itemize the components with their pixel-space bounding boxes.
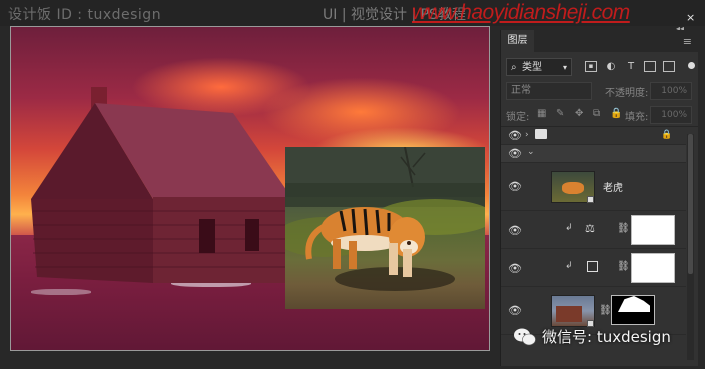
layer-row-group-open[interactable]: 👁 ⌄	[501, 145, 686, 163]
layer-row-group[interactable]: 👁 › 🔒	[501, 128, 686, 145]
tiger-scene	[285, 147, 485, 291]
eye-icon[interactable]: 👁	[508, 304, 522, 317]
layer-name: 老虎	[603, 183, 623, 194]
wechat-icon	[514, 328, 536, 346]
tiger-belly	[331, 235, 399, 251]
house-window	[199, 219, 215, 253]
filter-kind-select[interactable]: ⌕ 类型 ▾	[506, 58, 572, 76]
filter-type-icon[interactable]: T	[625, 60, 637, 73]
house-wall-side	[31, 199, 153, 283]
lock-row: 锁定: ▦ ✎ ✥ ⧉ 🔒 填充: 100%	[501, 106, 698, 124]
filter-shape-icon[interactable]	[644, 61, 656, 72]
old-house	[31, 87, 291, 283]
filter-kind-label: 类型	[522, 62, 542, 73]
scrollbar-thumb[interactable]	[688, 134, 693, 274]
top-bar: 设计饭 ID : tuxdesign UI | 视觉设计 | PS教程 www.…	[0, 0, 705, 26]
filter-row: ⌕ 类型 ▾ ▪ ◐ T	[501, 57, 698, 79]
tiger-leg	[333, 239, 341, 269]
blend-row: 正常 不透明度: 100%	[501, 82, 698, 102]
layer-row-color-balance[interactable]: 👁 ↲ ⚖ ⛓	[501, 211, 686, 249]
eye-icon[interactable]: 👁	[508, 262, 522, 275]
wechat-watermark: 微信号: tuxdesign	[514, 324, 699, 350]
panel-tab-bar: 图层 ≡	[501, 30, 698, 52]
clip-arrow-icon: ↲	[565, 223, 573, 233]
designer-watermark: 设计饭 ID : tuxdesign	[8, 7, 162, 23]
snow-patch	[31, 289, 91, 295]
filter-smart-object-icon[interactable]	[663, 61, 675, 72]
lock-transparent-icon[interactable]: ▦	[537, 108, 546, 119]
panel-menu-icon[interactable]: ≡	[683, 35, 692, 48]
eye-icon[interactable]: 👁	[508, 224, 522, 237]
layers-panel: 图层 ≡ ⌕ 类型 ▾ ▪ ◐ T 正常 不透明度: 100% 锁定: ▦ ✎ …	[500, 30, 698, 366]
tiger-photo-layer[interactable]	[285, 147, 485, 309]
lock-all-icon[interactable]: 🔒	[610, 108, 622, 119]
tiger-leg	[389, 243, 398, 275]
eye-icon[interactable]: 👁	[508, 147, 522, 160]
fill-label: 填充:	[625, 112, 649, 123]
eye-icon[interactable]: 👁	[508, 180, 522, 193]
clip-arrow-icon: ↲	[565, 261, 573, 271]
tiger-leg	[349, 241, 357, 269]
lock-label: 锁定:	[506, 112, 530, 123]
lock-artboard-icon[interactable]: ⧉	[593, 108, 600, 119]
site-url-watermark: www.haoyidiansheji.com	[412, 1, 630, 24]
layer-mask-thumbnail[interactable]	[631, 253, 675, 283]
layer-row-tiger[interactable]: 👁 老虎	[501, 163, 686, 211]
wechat-id-text: 微信号: tuxdesign	[542, 328, 671, 346]
layer-mask-thumbnail[interactable]	[631, 215, 675, 245]
filter-pixel-icon[interactable]: ▪	[585, 61, 597, 72]
levels-adjustment-icon	[587, 261, 598, 272]
balance-adjustment-icon: ⚖	[585, 222, 595, 235]
house-window	[245, 219, 259, 251]
opacity-label: 不透明度:	[605, 88, 649, 99]
lock-paint-icon[interactable]: ✎	[556, 108, 564, 119]
filter-adjustment-icon[interactable]: ◐	[605, 60, 617, 73]
lock-move-icon[interactable]: ✥	[575, 108, 583, 119]
opacity-input[interactable]: 100%	[650, 82, 692, 100]
search-icon: ⌕	[511, 62, 517, 73]
mask-link-icon[interactable]: ⛓	[599, 305, 612, 316]
mask-white-region	[618, 296, 650, 312]
smart-object-icon	[587, 196, 594, 203]
tiger-nose	[407, 241, 411, 245]
layer-mask-thumbnail[interactable]	[611, 295, 655, 325]
tab-layers[interactable]: 图层	[501, 30, 534, 52]
tiger-thumb-shape	[562, 182, 584, 194]
document-canvas[interactable]	[10, 26, 490, 351]
expand-arrow-icon[interactable]: ›	[525, 130, 529, 140]
chevron-down-icon: ▾	[562, 63, 567, 72]
tiger-leg	[403, 249, 412, 277]
blend-mode-select[interactable]: 正常	[506, 82, 592, 100]
layer-lock-icon: 🔒	[661, 130, 673, 140]
close-icon[interactable]: ×	[686, 11, 695, 24]
house-thumb-shape	[556, 306, 582, 322]
mask-link-icon[interactable]: ⛓	[617, 223, 630, 234]
expand-arrow-icon[interactable]: ⌄	[527, 147, 535, 157]
layer-row-levels[interactable]: 👁 ↲ ⛓	[501, 249, 686, 287]
eye-icon[interactable]: 👁	[508, 129, 522, 142]
folder-icon	[535, 129, 547, 139]
filter-toggle-icon[interactable]	[688, 62, 695, 69]
mask-link-icon[interactable]: ⛓	[617, 261, 630, 272]
house-wall-front	[153, 197, 289, 283]
fill-input[interactable]: 100%	[650, 106, 692, 124]
panel-divider	[501, 126, 698, 127]
